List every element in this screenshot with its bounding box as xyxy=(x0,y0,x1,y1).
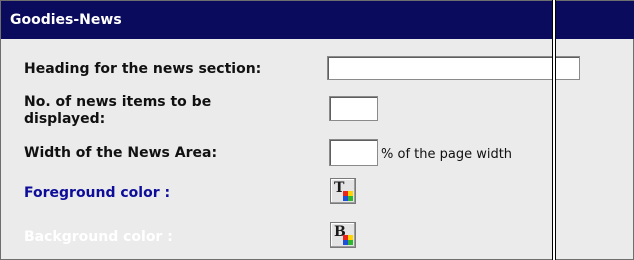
panel-header: Goodies-News xyxy=(1,1,634,39)
width-input[interactable] xyxy=(329,139,378,166)
foreground-color-label: Foreground color : xyxy=(24,185,171,201)
heading-label: Heading for the news section: xyxy=(24,61,262,77)
color-swatch-icon xyxy=(343,191,353,201)
news-count-label-line1: No. of news items to be xyxy=(24,94,212,110)
background-color-label: Background color : xyxy=(24,229,173,245)
foreground-color-button[interactable]: T xyxy=(330,178,356,204)
color-swatch-icon xyxy=(343,235,353,245)
panel-title: Goodies-News xyxy=(10,12,122,28)
goodies-news-panel: Goodies-News Heading for the news sectio… xyxy=(0,0,634,260)
news-count-input[interactable] xyxy=(329,96,378,121)
heading-input[interactable] xyxy=(327,56,580,80)
column-divider xyxy=(552,0,556,260)
width-label: Width of the News Area: xyxy=(24,145,218,161)
news-count-label-line2: displayed: xyxy=(24,111,106,127)
width-suffix: % of the page width xyxy=(381,147,513,162)
background-color-button[interactable]: B xyxy=(330,222,356,248)
